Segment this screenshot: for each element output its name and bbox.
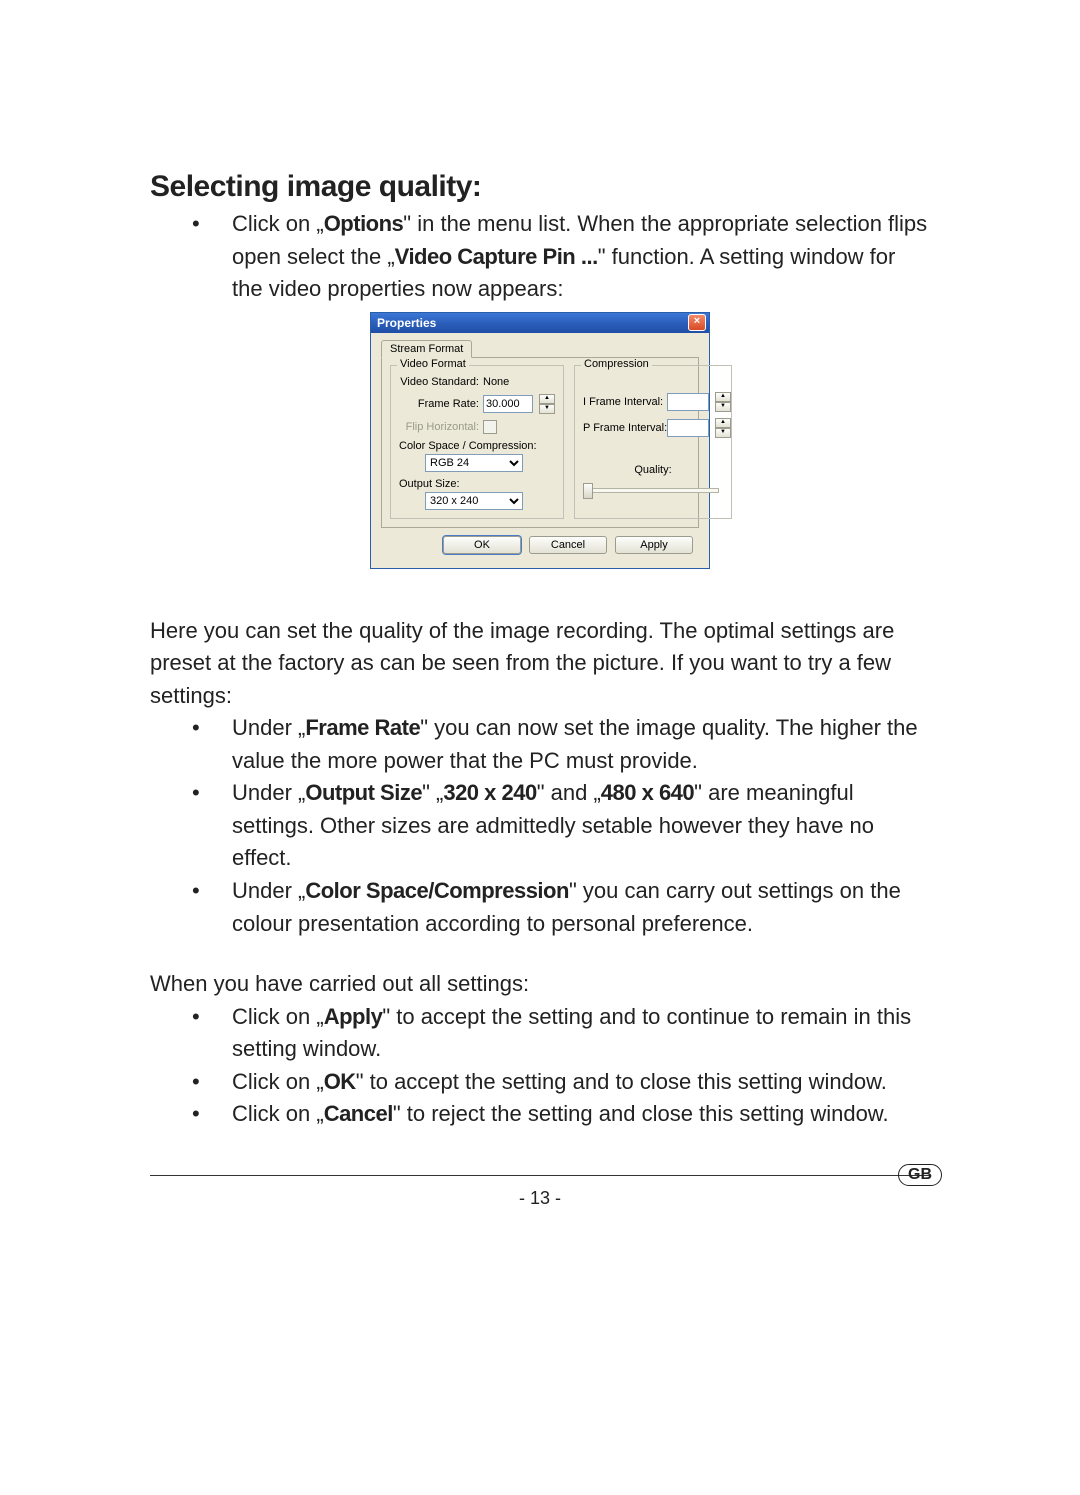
when-done-paragraph: When you have carried out all settings: — [150, 968, 930, 1001]
slider-thumb[interactable] — [583, 483, 593, 499]
titlebar[interactable]: Properties × — [371, 313, 709, 333]
text: " to reject the setting and close this s… — [393, 1101, 889, 1126]
video-capture-pin-bold: Video Capture Pin ... — [395, 244, 598, 269]
output-size-bold: Output Size — [305, 780, 422, 805]
ok-button[interactable]: OK — [443, 536, 521, 554]
list-item: Under „Frame Rate" you can now set the i… — [192, 712, 930, 777]
spin-up-icon[interactable]: ▲ — [715, 392, 731, 402]
flip-horizontal-row: Flip Horizontal: — [399, 420, 555, 434]
compression-legend: Compression — [581, 358, 652, 370]
cancel-button[interactable]: Cancel — [529, 536, 607, 554]
list-item: Click on „Apply" to accept the setting a… — [192, 1001, 930, 1066]
i-frame-spinner[interactable]: ▲ ▼ — [715, 392, 731, 412]
settings-list: Under „Frame Rate" you can now set the i… — [192, 712, 930, 940]
frame-rate-label: Frame Rate: — [399, 398, 479, 410]
p-frame-label: P Frame Interval: — [583, 422, 663, 434]
slider-track — [587, 488, 719, 493]
dialog-buttons: OK Cancel Apply — [381, 528, 699, 560]
color-space-row: RGB 24 — [425, 454, 555, 472]
p-frame-row: P Frame Interval: ▲ ▼ — [583, 418, 723, 438]
intro-list: Click on „Options" in the menu list. Whe… — [192, 208, 930, 306]
tab-stream-format[interactable]: Stream Format — [381, 340, 472, 358]
spin-up-icon[interactable]: ▲ — [539, 394, 555, 404]
panel: Video Format Video Standard: None Frame … — [381, 357, 699, 528]
tab-strip: Stream Format — [381, 339, 699, 358]
list-item: Under „Color Space/Compression" you can … — [192, 875, 930, 940]
frame-rate-input[interactable] — [483, 395, 533, 413]
color-space-bold: Color Space/Compression — [305, 878, 569, 903]
after-dialog-paragraph: Here you can set the quality of the imag… — [150, 615, 930, 713]
apply-button[interactable]: Apply — [615, 536, 693, 554]
video-standard-value: None — [483, 376, 509, 388]
flip-horizontal-label: Flip Horizontal: — [399, 421, 479, 433]
options-bold: Options — [324, 211, 404, 236]
frame-rate-row: Frame Rate: ▲ ▼ — [399, 394, 555, 414]
frame-rate-spinner[interactable]: ▲ ▼ — [539, 394, 555, 414]
i-frame-row: I Frame Interval: ▲ ▼ — [583, 392, 723, 412]
gb-badge: GB — [898, 1164, 942, 1186]
spin-down-icon[interactable]: ▼ — [715, 428, 731, 438]
flip-horizontal-checkbox — [483, 420, 497, 434]
output-size-row: 320 x 240 — [425, 492, 555, 510]
quality-label: Quality: — [583, 464, 723, 476]
frame-rate-bold: Frame Rate — [305, 715, 420, 740]
dialog-body: Stream Format Video Format Video Standar… — [371, 333, 709, 568]
list-item: Under „Output Size" „320 x 240" and „480… — [192, 777, 930, 875]
properties-dialog: Properties × Stream Format Video Format … — [370, 312, 710, 569]
video-standard-label: Video Standard: — [399, 376, 479, 388]
text: Click on „ — [232, 211, 324, 236]
final-list: Click on „Apply" to accept the setting a… — [192, 1001, 930, 1131]
p-frame-spinner[interactable]: ▲ ▼ — [715, 418, 731, 438]
text: Click on „ — [232, 1101, 324, 1126]
close-icon[interactable]: × — [688, 314, 706, 331]
ok-bold: OK — [324, 1069, 356, 1094]
text: " „ — [422, 780, 443, 805]
compression-group: Compression I Frame Interval: ▲ ▼ P Fram… — [574, 365, 732, 519]
color-space-combo[interactable]: RGB 24 — [425, 454, 523, 472]
apply-bold: Apply — [324, 1004, 383, 1029]
color-space-label: Color Space / Compression: — [399, 440, 555, 452]
video-standard-row: Video Standard: None — [399, 376, 555, 388]
text: Click on „ — [232, 1004, 324, 1029]
section-heading: Selecting image quality: — [150, 170, 930, 204]
text: Under „ — [232, 780, 305, 805]
p-frame-input[interactable] — [667, 419, 709, 437]
text: Under „ — [232, 878, 305, 903]
quality-slider[interactable] — [583, 480, 723, 498]
spin-down-icon[interactable]: ▼ — [539, 404, 555, 414]
i-frame-label: I Frame Interval: — [583, 396, 663, 408]
text: " and „ — [537, 780, 601, 805]
size-320-bold: 320 x 240 — [443, 780, 536, 805]
page-number: - 13 - — [150, 1188, 930, 1209]
i-frame-input[interactable] — [667, 393, 709, 411]
list-item: Click on „Cancel" to reject the setting … — [192, 1098, 930, 1131]
video-format-group: Video Format Video Standard: None Frame … — [390, 365, 564, 519]
intro-item: Click on „Options" in the menu list. Whe… — [192, 208, 930, 306]
list-item: Click on „OK" to accept the setting and … — [192, 1066, 930, 1099]
text: " to accept the setting and to close thi… — [356, 1069, 887, 1094]
output-size-combo[interactable]: 320 x 240 — [425, 492, 523, 510]
dialog-title: Properties — [377, 316, 436, 330]
size-480-bold: 480 x 640 — [601, 780, 694, 805]
spin-down-icon[interactable]: ▼ — [715, 402, 731, 412]
output-size-label: Output Size: — [399, 478, 555, 490]
text: Click on „ — [232, 1069, 324, 1094]
video-format-legend: Video Format — [397, 358, 469, 370]
text: Under „ — [232, 715, 305, 740]
footer-rule — [150, 1175, 930, 1176]
cancel-bold: Cancel — [324, 1101, 393, 1126]
spin-up-icon[interactable]: ▲ — [715, 418, 731, 428]
